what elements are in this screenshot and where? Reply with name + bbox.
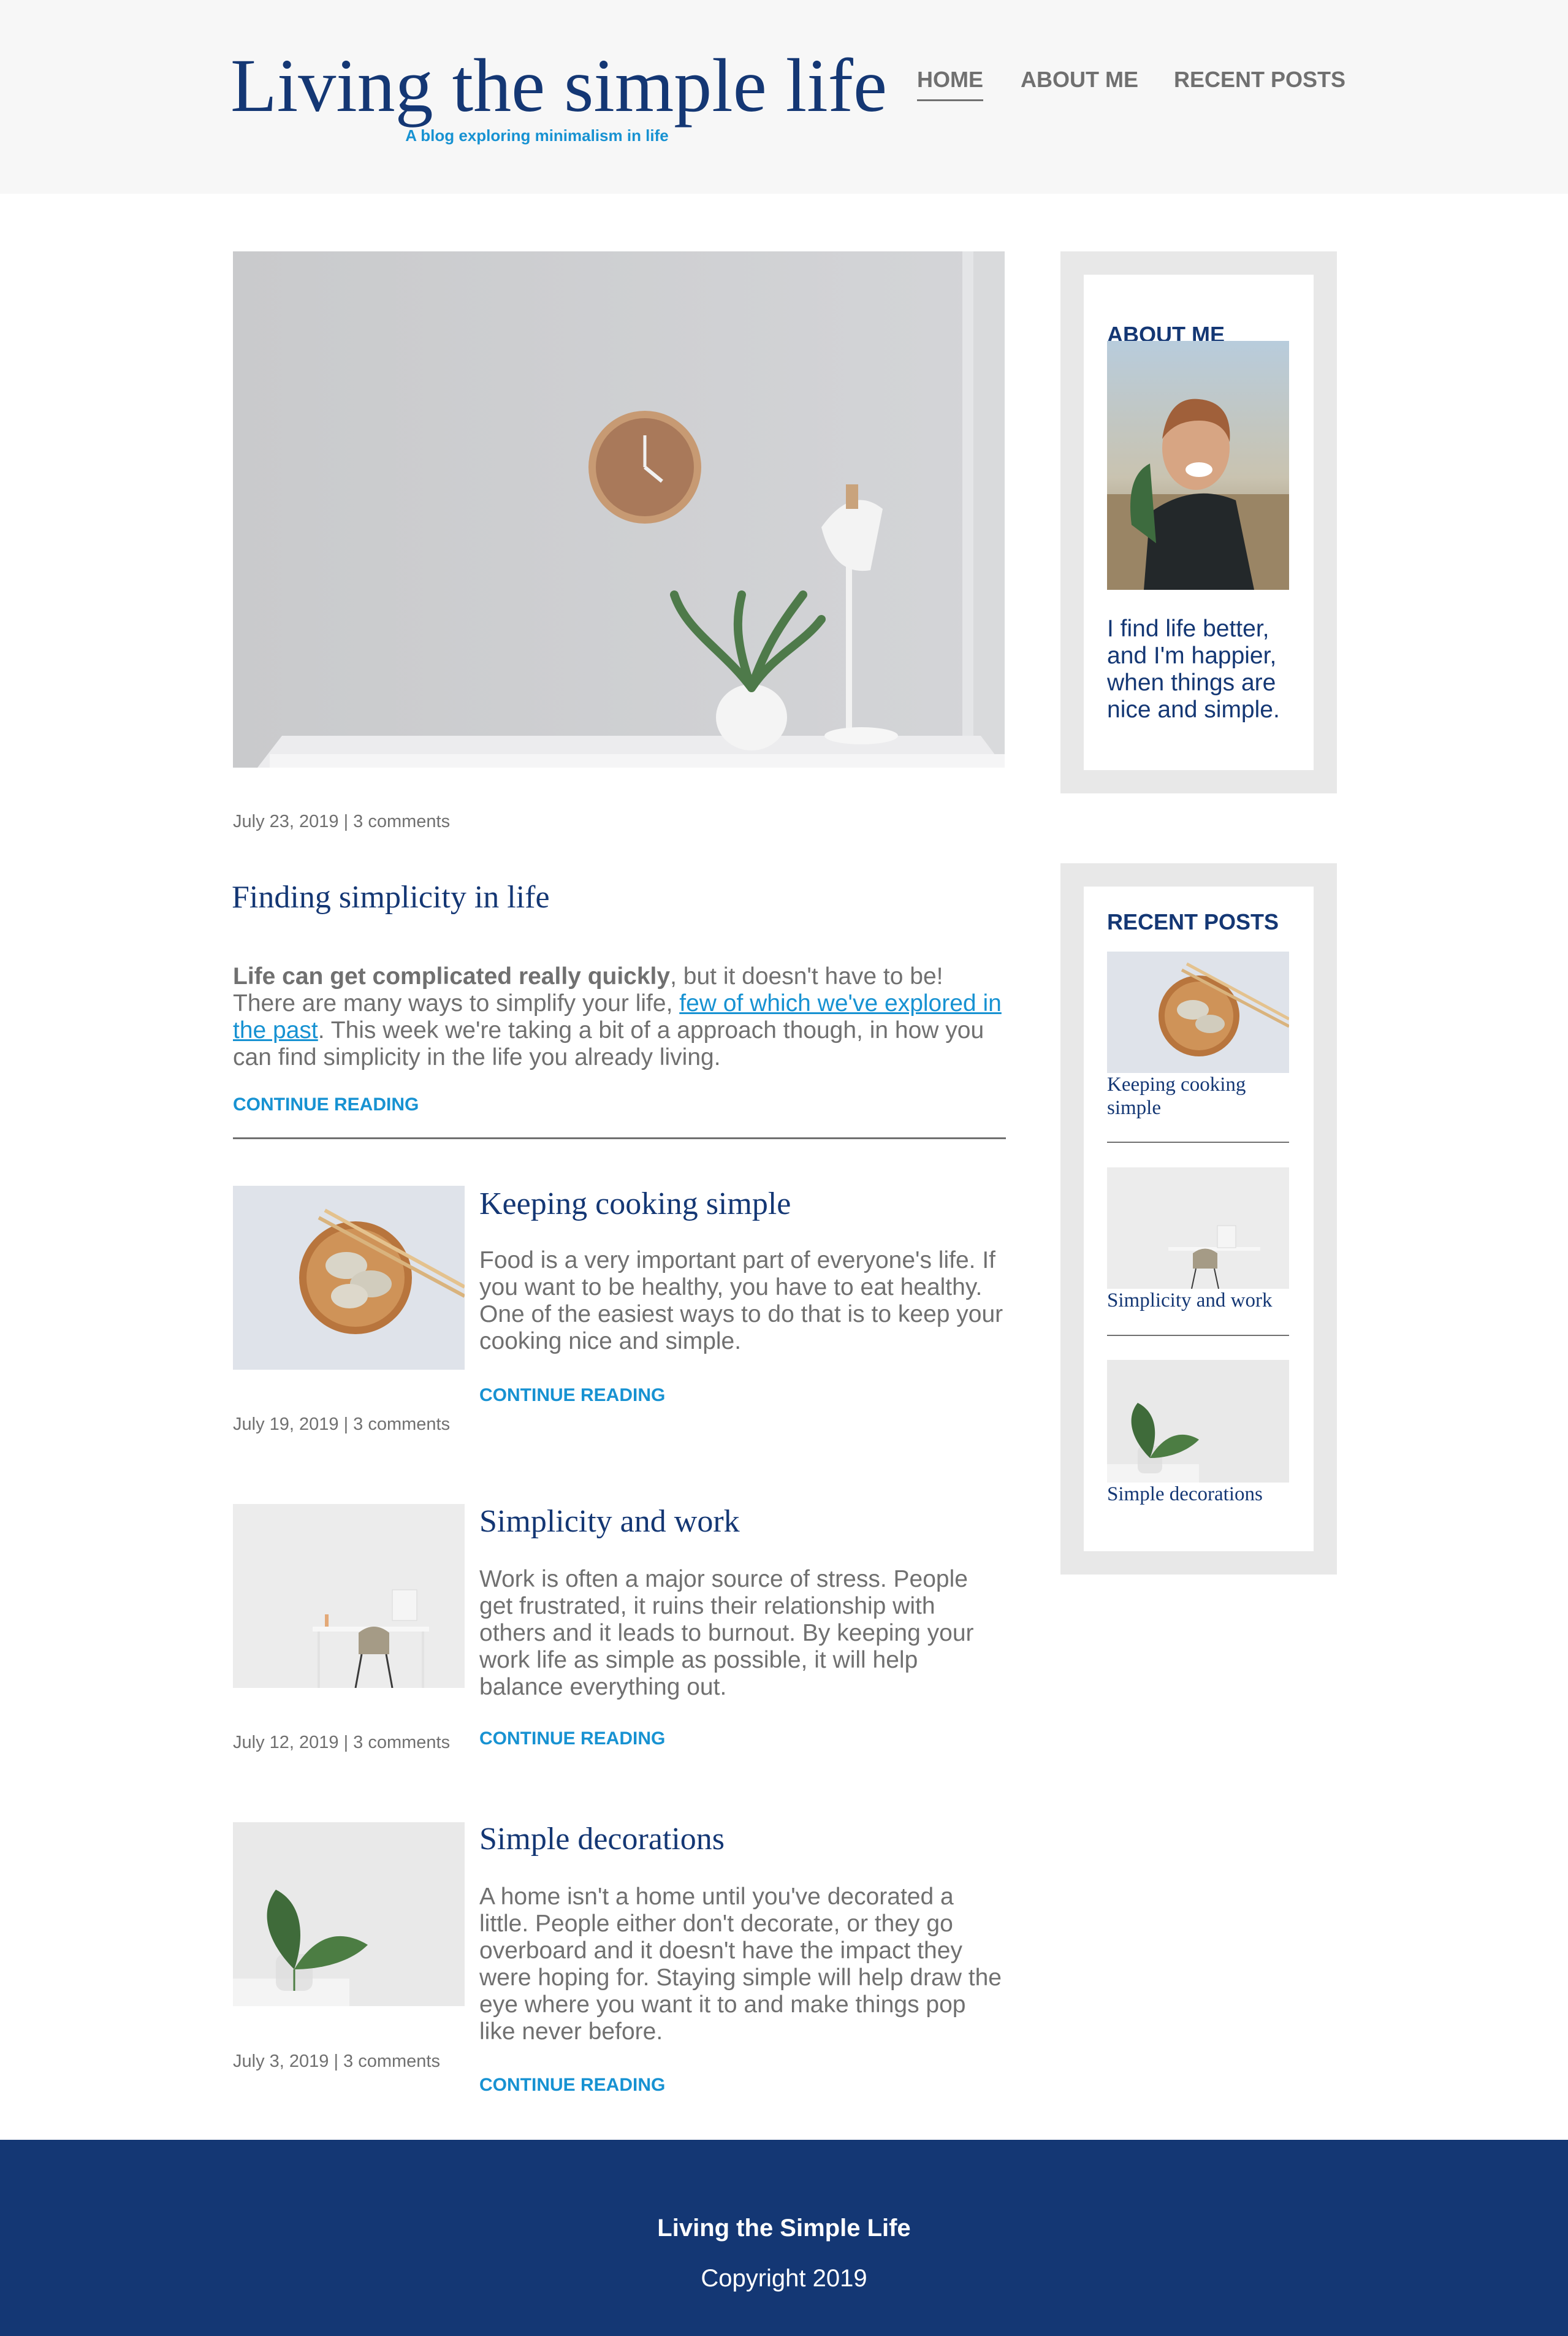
recent-post-cooking-title[interactable]: Keeping cooking simple — [1107, 1073, 1291, 1120]
post-decorations-image — [233, 1822, 465, 2006]
recent-post-decorations-thumb[interactable] — [1107, 1360, 1289, 1483]
nav-about-me-link[interactable]: ABOUT ME — [1021, 66, 1138, 93]
footer-copyright: Copyright 2019 — [701, 2265, 867, 2292]
featured-post-meta: July 23, 2019 | 3 comments — [233, 812, 451, 831]
featured-post-body-part2: . This week we're taking a bit of a appr… — [233, 1017, 984, 1071]
site-subtitle: A blog exploring minimalism in life — [405, 126, 669, 145]
about-me-widget-inner: ABOUT ME I find life better, and I'm hap… — [1084, 275, 1314, 770]
recent-posts-widget-inner: RECENT POSTS Keeping cooking simple Simp… — [1084, 887, 1314, 1551]
post-decorations-body: A home isn't a home until you've decorat… — [479, 1884, 1002, 2045]
post-decorations-title[interactable]: Simple decorations — [479, 1820, 725, 1859]
site-title: Living the simple life — [230, 44, 888, 128]
about-me-photo — [1107, 341, 1289, 590]
footer-title: Living the Simple Life — [657, 2215, 911, 2242]
recent-post-cooking-thumb[interactable] — [1107, 952, 1289, 1073]
recent-post-work-thumb[interactable] — [1107, 1167, 1289, 1289]
recent-divider — [1107, 1142, 1289, 1143]
recent-posts-title: RECENT POSTS — [1107, 909, 1279, 934]
post-work-continue-link[interactable]: CONTINUE READING — [479, 1728, 665, 1750]
post-decorations-continue-link[interactable]: CONTINUE READING — [479, 2074, 665, 2096]
recent-divider — [1107, 1335, 1289, 1336]
site-footer: Living the Simple Life Copyright 2019 — [0, 2140, 1568, 2336]
about-me-text: I find life better, and I'm happier, whe… — [1107, 616, 1280, 723]
featured-post-body: Life can get complicated really quickly,… — [233, 963, 1007, 1071]
recent-post-work-title[interactable]: Simplicity and work — [1107, 1289, 1291, 1312]
post-work-meta: July 12, 2019 | 3 comments — [233, 1733, 451, 1752]
site-header: Living the simple life A blog exploring … — [0, 0, 1568, 194]
nav-recent-posts-link[interactable]: RECENT POSTS — [1174, 66, 1345, 93]
about-me-widget: ABOUT ME I find life better, and I'm hap… — [1060, 251, 1337, 793]
post-cooking-meta: July 19, 2019 | 3 comments — [233, 1414, 451, 1434]
recent-posts-widget: RECENT POSTS Keeping cooking simple Simp… — [1060, 863, 1337, 1575]
post-work-image — [233, 1504, 465, 1688]
featured-post-body-strong: Life can get complicated really quickly — [233, 963, 671, 990]
post-cooking-title[interactable]: Keeping cooking simple — [479, 1185, 791, 1224]
featured-post-title[interactable]: Finding simplicity in life — [232, 878, 550, 917]
recent-post-decorations-title[interactable]: Simple decorations — [1107, 1483, 1291, 1506]
featured-post-image — [233, 251, 1005, 768]
featured-continue-reading-link[interactable]: CONTINUE READING — [233, 1094, 419, 1116]
post-cooking-body: Food is a very important part of everyon… — [479, 1247, 1003, 1354]
post-work-title[interactable]: Simplicity and work — [479, 1502, 740, 1541]
nav-home-link[interactable]: HOME — [917, 66, 983, 101]
post-cooking-image — [233, 1186, 465, 1370]
post-decorations-meta: July 3, 2019 | 3 comments — [233, 2052, 440, 2071]
post-cooking-continue-link[interactable]: CONTINUE READING — [479, 1384, 665, 1407]
featured-divider — [233, 1137, 1006, 1139]
post-work-body: Work is often a major source of stress. … — [479, 1566, 974, 1700]
